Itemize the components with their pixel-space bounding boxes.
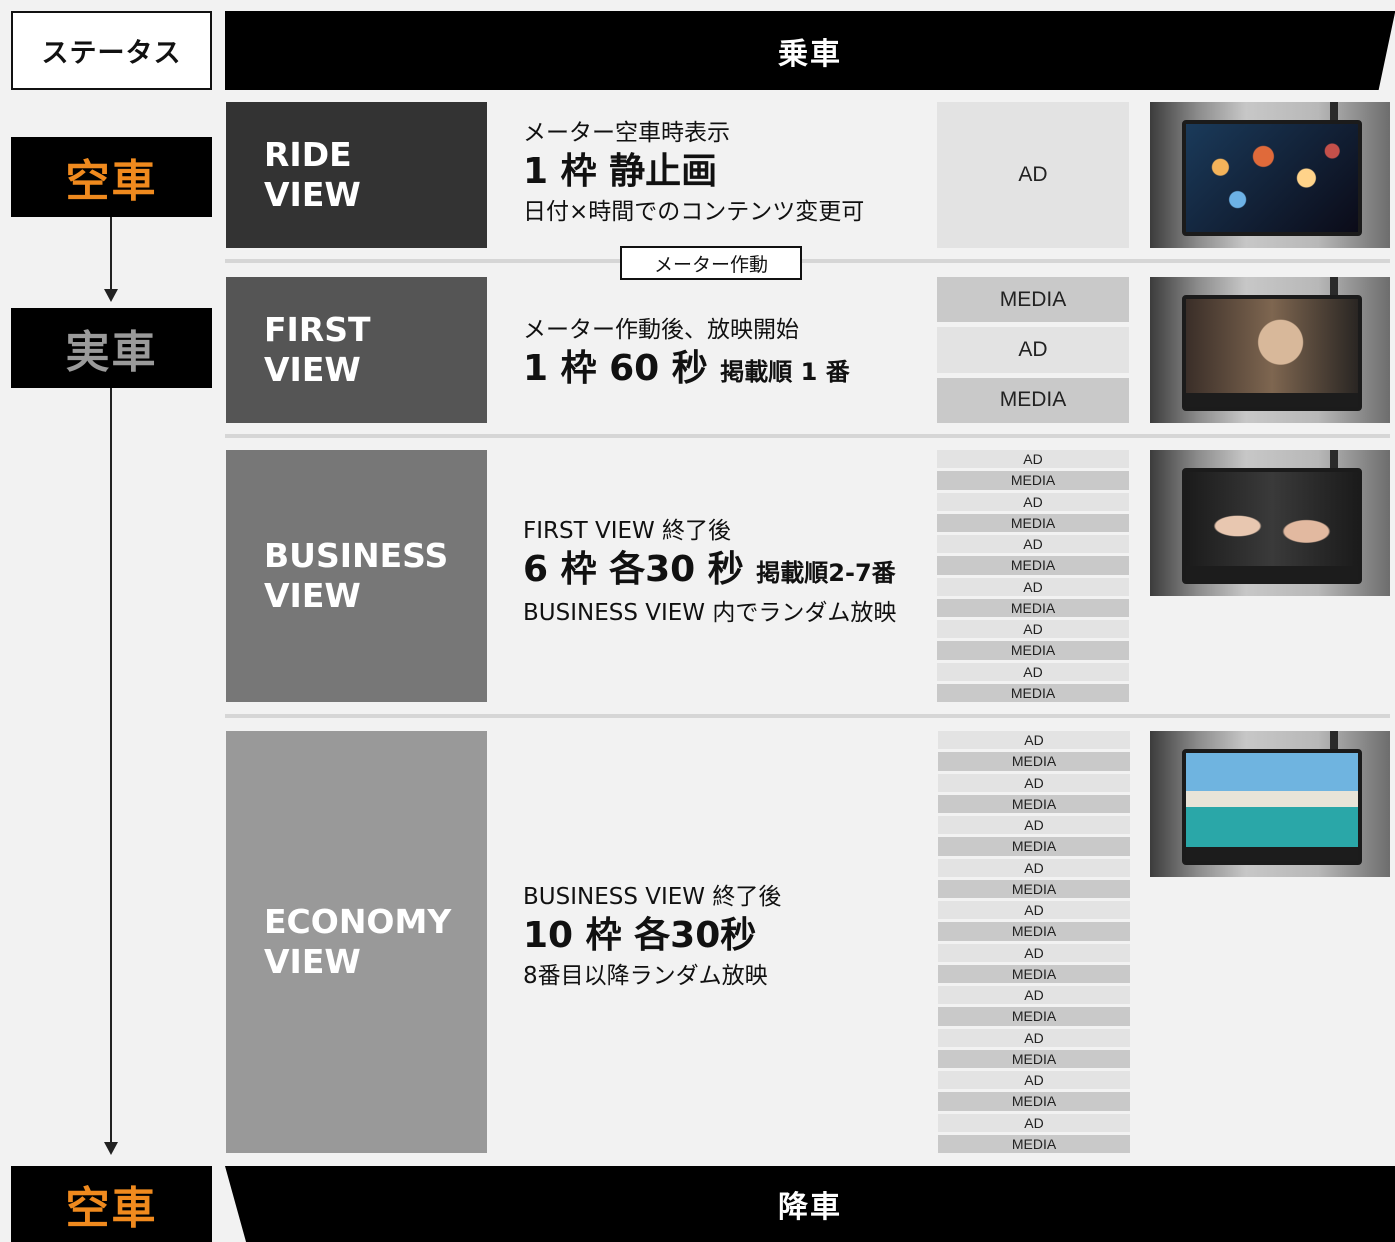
desc-line: メーター作動後、放映開始 — [523, 317, 799, 343]
media-slot: MEDIA — [937, 377, 1129, 423]
ride-view-description: メーター空車時表示 1 枠 静止画 日付×時間でのコンテンツ変更可 — [523, 118, 923, 228]
ad-slot: AD — [937, 662, 1129, 681]
media-slot: MEDIA — [938, 837, 1130, 856]
media-slot: MEDIA — [938, 1049, 1130, 1068]
ad-slot: AD — [938, 901, 1130, 920]
placement-order: 掲載順2-7番 — [756, 559, 896, 587]
economy-view-monitor-image — [1150, 731, 1390, 877]
flow-arrow-line — [110, 388, 112, 1144]
media-slot: MEDIA — [937, 513, 1129, 532]
arrow-down-icon — [104, 289, 118, 302]
slot-summary: 6 枠 各30 秒 掲載順2-7番 — [523, 546, 923, 597]
flow-arrow-line — [110, 217, 112, 291]
media-slot: MEDIA — [938, 794, 1130, 813]
media-slot: MEDIA — [937, 683, 1129, 702]
ad-slot: AD — [938, 773, 1130, 792]
section-title-line: VIEW — [264, 175, 361, 214]
first-view-slots: MEDIA AD MEDIA — [937, 277, 1129, 423]
ad-slot: AD — [938, 1071, 1130, 1090]
ad-slot: AD — [937, 102, 1129, 248]
boarding-banner: 乗車 — [225, 11, 1395, 90]
business-view-slots: AD MEDIA AD MEDIA AD MEDIA AD MEDIA AD MEDIA AD MED… — [937, 450, 1129, 702]
status-header: ステータス — [11, 11, 212, 90]
media-slot: MEDIA — [938, 1134, 1130, 1153]
desc-line: BUSINESS VIEW 終了後 — [523, 884, 782, 910]
ad-slot: AD — [937, 535, 1129, 554]
ad-slot: AD — [937, 450, 1129, 469]
section-divider — [225, 714, 1390, 718]
section-divider — [225, 434, 1390, 438]
status-occupied-led: 実車 — [11, 308, 212, 388]
section-title-line: RIDE — [264, 135, 352, 174]
media-slot: MEDIA — [938, 1092, 1130, 1111]
first-view-monitor-image — [1150, 277, 1390, 423]
slot-count: 10 枠 各30秒 — [523, 915, 757, 956]
media-slot: MEDIA — [938, 964, 1130, 983]
media-slot: MEDIA — [937, 277, 1129, 323]
slot-summary: 1 枠 静止画 — [523, 148, 923, 196]
section-title-line: BUSINESS — [264, 536, 449, 575]
first-view-description: メーター作動後、放映開始 1 枠 60 秒 掲載順 1 番 — [523, 315, 923, 396]
ad-slot: AD — [937, 620, 1129, 639]
media-slot: MEDIA — [937, 598, 1129, 617]
ad-slot: AD — [937, 577, 1129, 596]
ad-slot: AD — [938, 1113, 1130, 1132]
ride-view-label: RIDE VIEW — [226, 102, 487, 248]
section-title-line: VIEW — [264, 350, 361, 389]
section-title-line: VIEW — [264, 576, 361, 615]
ride-view-monitor-image — [1150, 102, 1390, 248]
business-view-label: BUSINESS VIEW — [226, 450, 487, 702]
slot-summary: 10 枠 各30秒 — [523, 912, 923, 960]
desc-line: 日付×時間でのコンテンツ変更可 — [523, 199, 865, 225]
placement-order: 掲載順 1 番 — [720, 358, 850, 386]
status-vacant-led: 空車 — [11, 1166, 212, 1242]
ad-slot: AD — [938, 1028, 1130, 1047]
desc-line: BUSINESS VIEW 内でランダム放映 — [523, 600, 897, 626]
ad-slot: AD — [938, 731, 1130, 750]
ad-slot: AD — [938, 943, 1130, 962]
desc-line: FIRST VIEW 終了後 — [523, 518, 732, 544]
meter-start-badge: メーター作動 — [620, 246, 802, 280]
ad-slot: AD — [938, 858, 1130, 877]
ad-slot: AD — [938, 816, 1130, 835]
slot-count: 6 枠 各30 秒 — [523, 549, 744, 590]
arrow-down-icon — [104, 1142, 118, 1155]
section-title-line: FIRST — [264, 310, 371, 349]
section-title-line: VIEW — [264, 942, 361, 981]
media-slot: MEDIA — [937, 471, 1129, 490]
slot-summary: 1 枠 60 秒 掲載順 1 番 — [523, 345, 923, 396]
ad-slot: AD — [937, 492, 1129, 511]
economy-view-description: BUSINESS VIEW 終了後 10 枠 各30秒 8番目以降ランダム放映 — [523, 882, 923, 992]
section-title-line: ECONOMY — [264, 902, 452, 941]
ad-slot: AD — [937, 327, 1129, 373]
slot-count: 1 枠 60 秒 — [523, 348, 708, 389]
media-slot: MEDIA — [938, 1007, 1130, 1026]
business-view-description: FIRST VIEW 終了後 6 枠 各30 秒 掲載順2-7番 BUSINES… — [523, 516, 923, 629]
media-slot: MEDIA — [937, 641, 1129, 660]
economy-view-slots: AD MEDIA AD MEDIA AD MEDIA AD MEDIA AD MEDIA AD MED… — [938, 731, 1130, 1153]
status-vacant-led: 空車 — [11, 137, 212, 217]
ad-slot: AD — [938, 986, 1130, 1005]
media-slot: MEDIA — [938, 752, 1130, 771]
desc-line: メーター空車時表示 — [523, 120, 730, 146]
ride-view-slots: AD — [937, 102, 1129, 248]
desc-line: 8番目以降ランダム放映 — [523, 963, 768, 989]
section-divider — [225, 259, 1390, 263]
slot-count: 1 枠 静止画 — [523, 151, 718, 192]
business-view-monitor-image — [1150, 450, 1390, 596]
alighting-banner: 降車 — [225, 1166, 1395, 1242]
media-slot: MEDIA — [938, 922, 1130, 941]
media-slot: MEDIA — [938, 879, 1130, 898]
media-slot: MEDIA — [937, 556, 1129, 575]
economy-view-label: ECONOMY VIEW — [226, 731, 487, 1153]
first-view-label: FIRST VIEW — [226, 277, 487, 423]
